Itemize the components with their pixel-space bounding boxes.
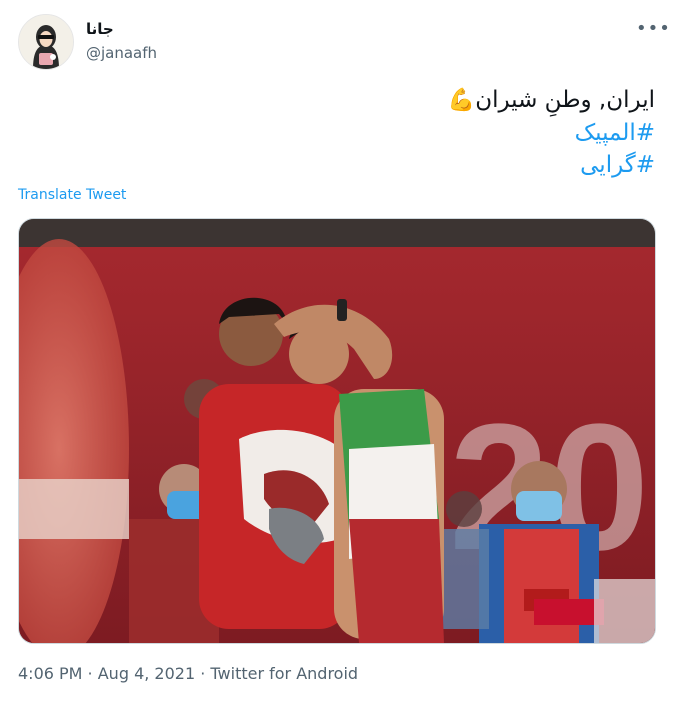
tweet-time[interactable]: 4:06 PM — [18, 664, 82, 683]
more-options-icon[interactable]: ••• — [636, 18, 671, 39]
tweet-line-1-text: ایران, وطنِ شیران — [475, 87, 655, 113]
user-handle[interactable]: @janaafh — [86, 44, 157, 62]
tweet-date[interactable]: Aug 4, 2021 — [98, 664, 195, 683]
tweet-photo[interactable]: 20 — [18, 218, 656, 644]
tweet-metadata: 4:06 PM · Aug 4, 2021 · Twitter for Andr… — [18, 664, 358, 683]
avatar-illustration-icon — [19, 15, 73, 69]
tweet-text: ایران, وطنِ شیران💪 #المپیک #گرایی — [55, 84, 655, 181]
translate-tweet-link[interactable]: Translate Tweet — [18, 187, 126, 203]
display-name[interactable]: جانا — [86, 20, 114, 38]
hashtag-olympics-link[interactable]: #المپیک — [55, 117, 655, 149]
photo-wrestlers-embrace-icon: 20 — [19, 219, 655, 643]
tweet-line-1: ایران, وطنِ شیران💪 — [55, 84, 655, 117]
avatar[interactable] — [18, 14, 74, 70]
flexed-biceps-icon: 💪 — [447, 88, 476, 113]
tweet-source[interactable]: Twitter for Android — [210, 664, 358, 683]
meta-separator: · — [82, 664, 98, 683]
meta-separator: · — [195, 664, 211, 683]
hashtag-garayi-link[interactable]: #گرایی — [55, 149, 655, 181]
